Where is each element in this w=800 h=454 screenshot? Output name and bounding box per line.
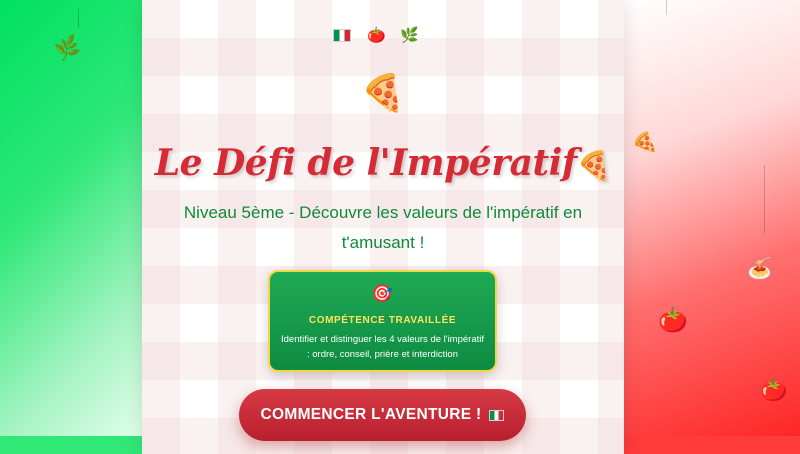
page-subtitle: Niveau 5ème - Découvre les valeurs de l'…	[183, 203, 583, 252]
floating-spaghetti-icon: 🍝	[747, 256, 772, 280]
tomato-icon: 🍅	[367, 26, 400, 44]
title-pizza-icon: 🍕	[576, 149, 612, 182]
left-green-panel	[0, 0, 142, 454]
floating-tomato-icon: 🍅	[658, 306, 688, 334]
main-card: 🍅🌿 🍕 Le Défi de l'Impératif🍕 Niveau 5ème…	[142, 0, 624, 454]
pizza-icon: 🍕	[360, 73, 406, 114]
target-icon: 🎯	[371, 284, 394, 304]
competence-title: COMPÉTENCE TRAVAILLÉE	[308, 315, 457, 326]
header-icons: 🍅🌿	[142, 26, 624, 44]
hanging-thread	[764, 165, 765, 233]
left-bottom-strip	[0, 436, 142, 454]
competence-description: Identifier et distinguer les 4 valeurs d…	[281, 334, 484, 360]
italian-flag-icon	[333, 29, 352, 42]
floating-tomato-icon: 🍅	[760, 378, 788, 403]
hanging-thread	[78, 8, 79, 28]
hanging-thread	[666, 0, 667, 15]
start-adventure-button[interactable]: COMMENCER L'AVENTURE !	[239, 389, 526, 441]
floating-pizza-icon: 🍕	[629, 128, 660, 158]
competence-card: 🎯 COMPÉTENCE TRAVAILLÉE Identifier et di…	[268, 270, 497, 372]
right-bottom-strip	[624, 436, 800, 454]
page-title: Le Défi de l'Impératif🍕	[142, 142, 624, 184]
italian-flag-icon	[489, 409, 505, 421]
page-title-text: Le Défi de l'Impératif	[154, 142, 577, 184]
basil-icon: 🌿	[400, 26, 433, 44]
start-adventure-label: COMMENCER L'AVENTURE !	[260, 406, 482, 423]
